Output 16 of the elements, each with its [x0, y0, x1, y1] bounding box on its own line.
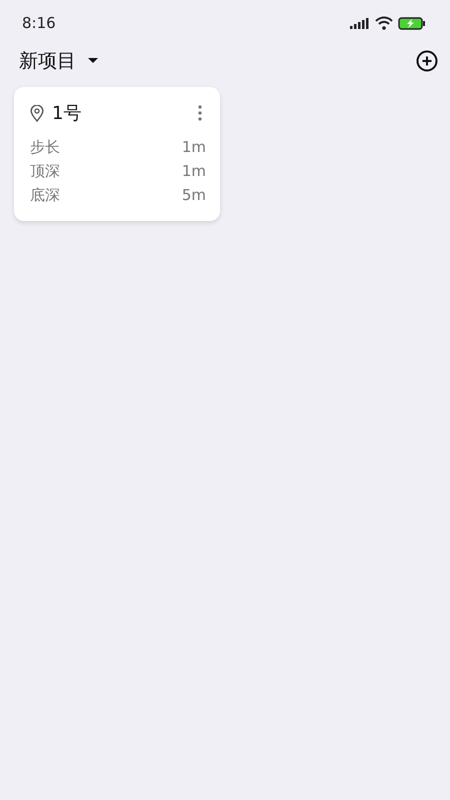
project-dropdown[interactable]: 新项目	[19, 48, 98, 74]
battery-icon	[398, 16, 426, 30]
field-value: 1m	[182, 137, 206, 158]
field-label: 顶深	[30, 161, 60, 182]
field-label: 步长	[30, 137, 60, 158]
field-value: 5m	[182, 185, 206, 206]
caret-icon	[88, 58, 98, 64]
field-value: 1m	[182, 161, 206, 182]
location-pin-icon	[30, 104, 44, 122]
signal-icon	[350, 18, 370, 28]
status-time: 8:16	[22, 14, 56, 32]
wifi-icon	[375, 16, 393, 30]
site-card[interactable]: 1号 步长 1m 顶深 1m 底深 5m	[14, 87, 220, 221]
add-button[interactable]	[416, 50, 438, 72]
card-title: 1号	[52, 102, 82, 125]
field-label: 底深	[30, 185, 60, 206]
